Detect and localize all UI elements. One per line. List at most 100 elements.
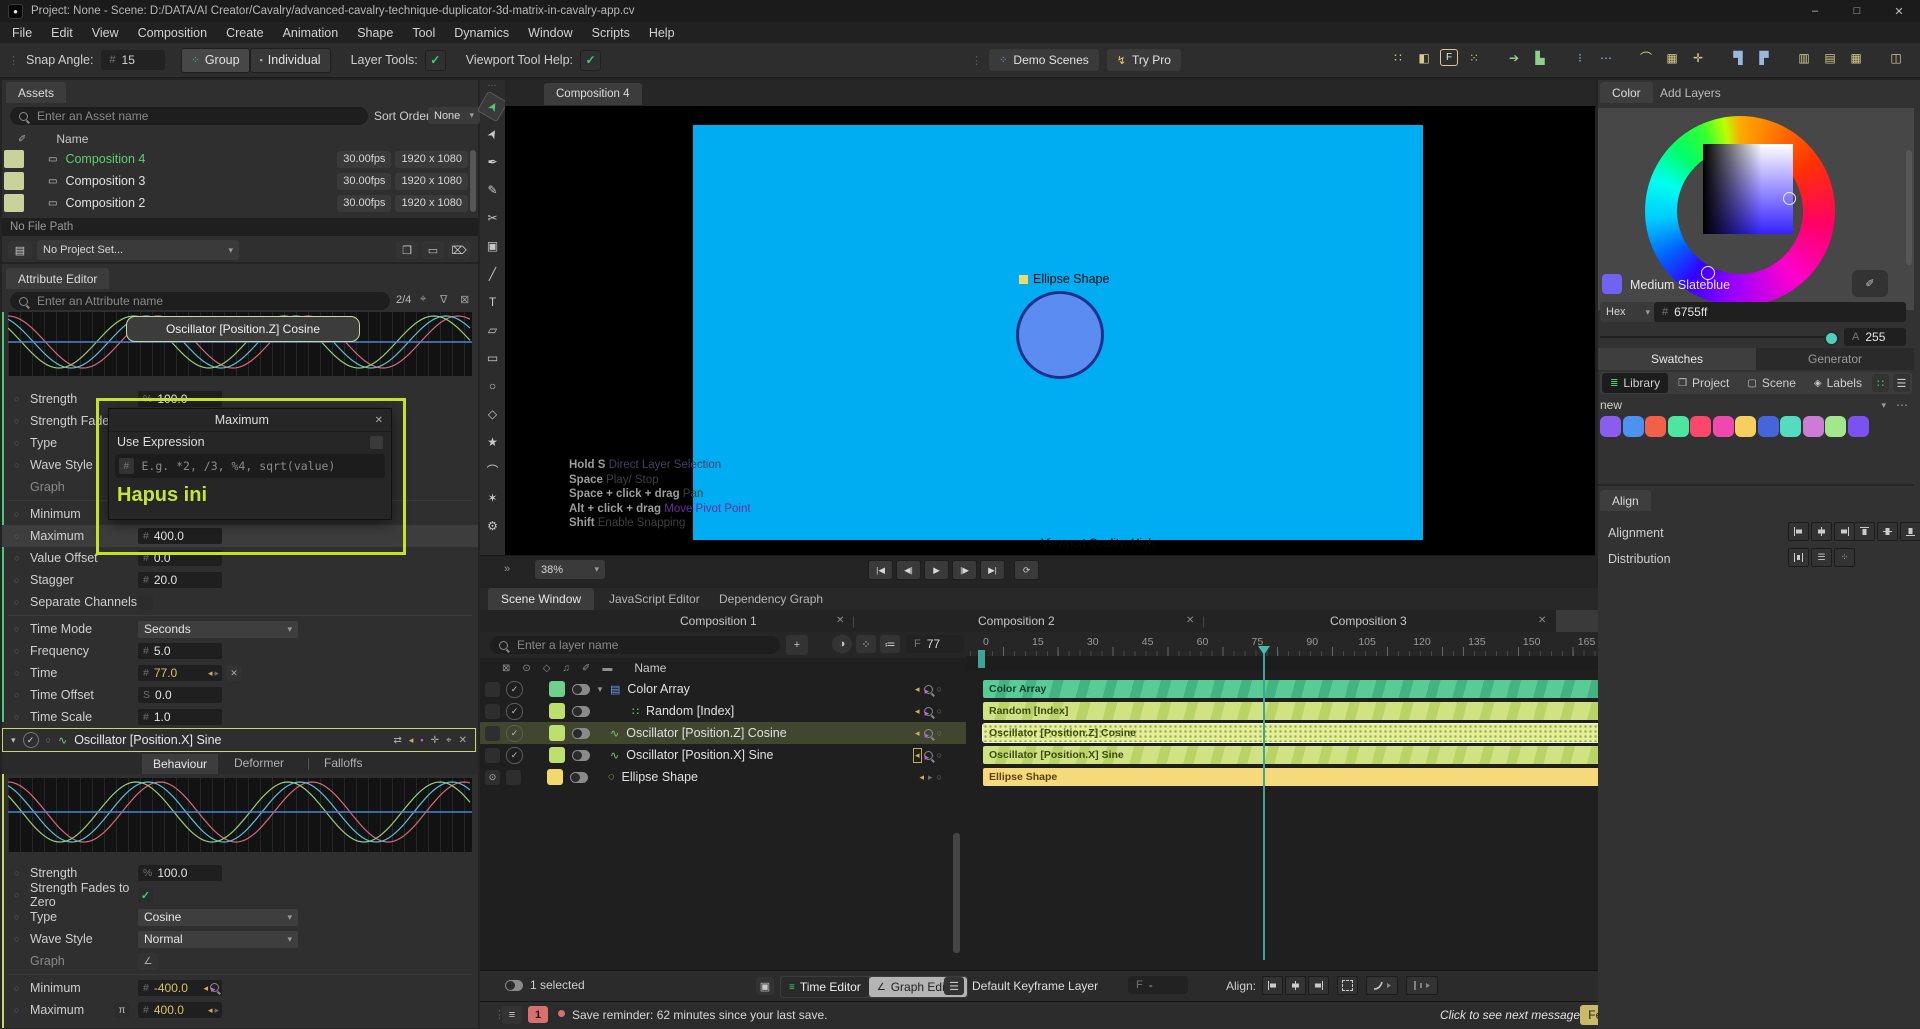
keyframe-circle-icon[interactable]: ○ <box>14 624 30 634</box>
library-swatch-9[interactable] <box>1802 416 1824 437</box>
tab-align[interactable]: Align <box>1600 490 1651 511</box>
library-swatch-10[interactable] <box>1825 416 1846 437</box>
tab-add-layers[interactable]: Add Layers <box>1648 82 1733 103</box>
settings-tool[interactable]: ⚙ <box>480 514 505 538</box>
lock-cell[interactable]: ⊙ <box>485 769 500 785</box>
next-keyframe-icon[interactable]: ▸ <box>923 706 933 718</box>
keyframe-circle-icon[interactable]: ○ <box>14 890 30 900</box>
messages-icon[interactable]: ≡ <box>502 1006 522 1024</box>
viewport-tab-composition-4[interactable]: Composition 4 <box>544 83 642 105</box>
asset-search-input[interactable] <box>35 108 359 124</box>
expression-input[interactable] <box>139 458 381 474</box>
assets-scrollbar[interactable] <box>470 150 476 212</box>
menu-item-file[interactable]: File <box>12 26 32 40</box>
line-tool[interactable]: ╱ <box>480 262 505 286</box>
menu-item-window[interactable]: Window <box>528 26 572 40</box>
tab-color[interactable]: Color <box>1600 82 1653 103</box>
swap-icon[interactable]: ⇄ <box>393 735 401 746</box>
keyframe-circle-icon[interactable]: ○ <box>937 706 942 716</box>
value-field[interactable]: #400.0 <box>138 528 222 544</box>
color-panel-scrollbar[interactable] <box>1906 150 1912 265</box>
next-keyframe-icon[interactable]: ▸ <box>923 728 933 740</box>
keyframe-circle-icon[interactable]: ○ <box>14 509 30 519</box>
lock-cell[interactable] <box>485 725 500 741</box>
keyframe-circle-icon[interactable]: ○ <box>46 735 51 745</box>
align-right-button[interactable] <box>1834 522 1855 541</box>
timeline-tab-composition-3[interactable]: Composition 3 <box>1330 614 1407 628</box>
visibility-cell[interactable]: ✓ <box>506 724 523 742</box>
saturation-value-square[interactable] <box>1703 144 1793 234</box>
keyframe-circle-icon[interactable]: ○ <box>14 460 30 470</box>
keyframe-circle-icon[interactable]: ○ <box>14 646 30 656</box>
arc-icon[interactable]: ⌒ <box>1636 48 1656 67</box>
library-swatch-3[interactable] <box>1667 416 1689 437</box>
select-tool[interactable]: ➤ <box>476 90 509 123</box>
next-keyframe-icon[interactable]: ▸ <box>923 750 933 762</box>
star-tool[interactable]: ★ <box>480 430 505 454</box>
ease-curve-button[interactable] <box>1366 976 1398 995</box>
library-swatch-8[interactable] <box>1780 416 1801 437</box>
keyframe-layer-icon[interactable]: ☰ <box>944 977 964 995</box>
scatter-add-icon[interactable]: ⁘ <box>856 635 876 653</box>
stair-up-icon[interactable]: ▜ <box>1728 48 1748 67</box>
viewport-zoom-dropdown[interactable]: 38% ▾ <box>535 560 605 579</box>
tab-swatches[interactable]: Swatches <box>1598 348 1756 370</box>
next-keyframe-icon[interactable]: ▸ <box>214 668 219 679</box>
distribute-v-button[interactable]: ☰ <box>1811 548 1832 567</box>
tab-assets[interactable]: Assets <box>6 82 67 103</box>
asset-row-composition-3[interactable]: ▭ Composition 3 30.00fps 1920 x 1080 <box>2 170 478 192</box>
menu-item-shape[interactable]: Shape <box>357 26 393 40</box>
checkbox-separate-channels[interactable] <box>138 594 153 610</box>
dropdown-wave-style[interactable]: Normal ▾ <box>138 930 298 948</box>
keyframe-circle-icon[interactable]: ○ <box>937 728 942 738</box>
checkbox-strength-fades-to-zero[interactable]: ✓ <box>138 887 153 903</box>
next-keyframe-icon[interactable]: ▸ <box>214 1005 219 1016</box>
keyframe-circle-icon[interactable]: ○ <box>937 750 942 760</box>
use-expression-checkbox[interactable] <box>370 435 383 449</box>
keyframe-circle-icon[interactable]: ○ <box>14 934 30 944</box>
alpha-slider-handle[interactable] <box>1824 331 1839 346</box>
dropdown-type[interactable]: Cosine ▾ <box>138 908 298 926</box>
go-to-start-button[interactable]: |◀ <box>868 560 893 580</box>
tab-scene-window[interactable]: Scene Window <box>488 588 595 610</box>
dock-icon[interactable]: ▣ <box>756 977 774 995</box>
hex-input[interactable]: # 6755ff <box>1654 302 1906 322</box>
value-field[interactable]: #20.0 <box>138 572 222 588</box>
sort-order-dropdown[interactable]: None ▾ <box>428 107 480 124</box>
pin-icon[interactable]: ✛ <box>431 735 439 746</box>
asset-search[interactable] <box>10 107 368 125</box>
swatch-group-dropdown[interactable]: new <box>1600 398 1622 412</box>
library-swatch-6[interactable] <box>1735 416 1756 437</box>
chevron-down-icon[interactable]: ▾ <box>1881 400 1886 411</box>
layer-row-oscillator-position-x-sine[interactable]: ✓ ∿ Oscillator [Position.X] Sine ◂ ▸ ○ <box>480 744 966 766</box>
keyframe-circle-icon[interactable]: ○ <box>14 868 30 878</box>
footer-frame-field[interactable]: F - <box>1128 976 1188 994</box>
keyframe-circle-icon[interactable]: ○ <box>14 438 30 448</box>
layer-color-swatch[interactable] <box>547 769 563 785</box>
group-button[interactable]: ⁘ Group <box>181 47 250 73</box>
align-left-button[interactable] <box>1788 522 1809 541</box>
library-tab-scene[interactable]: ▢ Scene <box>1739 373 1803 393</box>
layer-search-input[interactable] <box>515 637 771 653</box>
oscillator-x-sine-header[interactable]: ▾ ✓ ○ ∿ Oscillator [Position.X] Sine ⇄ ◂… <box>2 728 476 752</box>
demo-scenes-button[interactable]: ⁘ Demo Scenes <box>989 49 1099 71</box>
rows-icon[interactable]: ▤ <box>1820 48 1840 67</box>
frame-icon[interactable]: F <box>1440 49 1458 66</box>
value-field[interactable]: #0.0 <box>138 550 222 566</box>
value-field[interactable]: % 100.0 <box>138 391 222 407</box>
keyframe-circle-icon[interactable]: ○ <box>14 553 30 563</box>
pi-expression-icon[interactable]: π <box>114 1002 130 1018</box>
tab-dependency-graph[interactable]: Dependency Graph <box>706 588 836 610</box>
minimize-button[interactable]: – <box>1794 0 1836 22</box>
selection-toggle-icon[interactable] <box>505 979 523 991</box>
alpha-field[interactable]: A 255 <box>1844 328 1906 346</box>
alpha-slider[interactable] <box>1600 336 1828 338</box>
dots-vertical-icon[interactable]: ⁝ <box>1570 48 1590 67</box>
close-tab-icon[interactable]: ✕ <box>1186 615 1194 626</box>
keyframe-circle-icon[interactable]: ○ <box>14 416 30 426</box>
time-editor-button[interactable]: ≡ Time Editor <box>781 977 869 997</box>
more-options-icon[interactable]: ⋯ <box>1896 398 1908 412</box>
filter-icon[interactable]: ∇ <box>440 293 447 306</box>
layer-toggle[interactable] <box>570 771 588 783</box>
box-3d-icon[interactable]: ◧ <box>1414 48 1434 67</box>
